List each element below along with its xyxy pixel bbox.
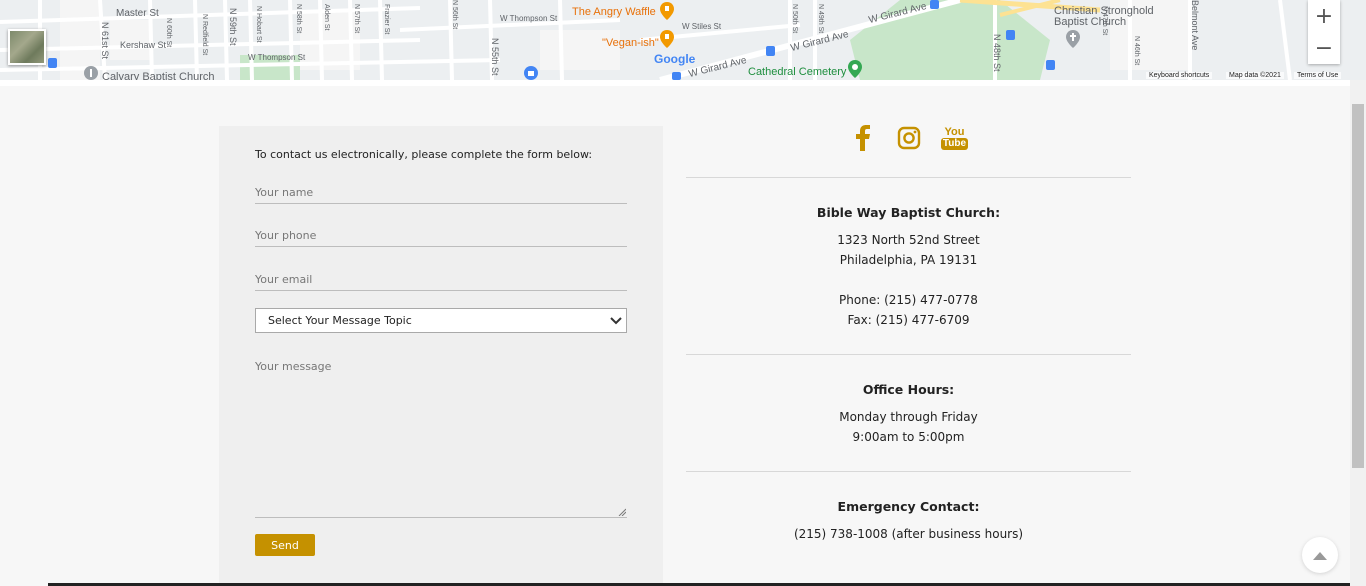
street-label: Master St — [116, 8, 159, 19]
church-pin-icon[interactable] — [84, 66, 98, 80]
restaurant-pin-icon[interactable] — [660, 2, 674, 20]
resize-handle-icon[interactable] — [618, 508, 626, 516]
poi-vegan-ish[interactable]: "Vegan-ish" — [602, 37, 659, 49]
youtube-icon-text-top: You — [944, 125, 965, 138]
street-label: N 61st St — [100, 22, 110, 60]
park-pin-icon[interactable] — [848, 60, 862, 78]
name-field[interactable] — [255, 181, 627, 204]
message-topic-select[interactable]: Select Your Message Topic — [255, 308, 627, 333]
restaurant-pin-icon[interactable] — [660, 30, 674, 48]
zoom-out-button[interactable]: − — [1308, 32, 1340, 64]
street-label: W Thompson St — [248, 53, 306, 62]
street-label: N 50th St — [791, 4, 798, 34]
street-label: N 60th St — [165, 18, 172, 48]
street-label: N Hobart St — [255, 6, 262, 43]
terms-of-use-link[interactable]: Terms of Use — [1294, 72, 1342, 79]
street-label: N 55th St — [490, 38, 500, 76]
street-label: W Stiles St — [682, 22, 722, 31]
street-label: Alden St — [323, 4, 330, 31]
instagram-icon[interactable] — [897, 123, 921, 153]
satellite-toggle-thumbnail[interactable] — [8, 29, 46, 65]
scroll-to-top-button[interactable] — [1302, 537, 1338, 573]
youtube-icon-text-bottom: Tube — [940, 137, 969, 150]
social-links: You Tube — [686, 120, 1131, 156]
fax-number: Fax: (215) 477-6709 — [847, 313, 970, 327]
send-button[interactable]: Send — [255, 534, 315, 556]
chevron-up-icon — [1313, 551, 1327, 560]
street-label: Belmont Ave — [1190, 0, 1200, 51]
message-topic-selected: Select Your Message Topic — [268, 314, 412, 327]
street-label: N 58th St — [295, 4, 302, 34]
bus-stop-icon[interactable] — [766, 46, 775, 56]
street-label: N 48th St — [992, 34, 1002, 72]
form-intro-text: To contact us electronically, please com… — [255, 148, 593, 161]
keyboard-shortcuts-link[interactable]: Keyboard shortcuts — [1146, 72, 1213, 79]
message-field[interactable] — [255, 360, 627, 518]
facebook-icon[interactable] — [851, 123, 875, 153]
poi-cathedral-cemetery[interactable]: Cathedral Cemetery — [748, 66, 846, 78]
address-line-2: Philadelphia, PA 19131 — [839, 253, 978, 267]
office-hours-time: 9:00am to 5:00pm — [852, 430, 965, 444]
email-field[interactable] — [255, 268, 627, 291]
street-label: N 49th St — [817, 4, 824, 34]
phone-field[interactable] — [255, 224, 627, 247]
bus-stop-icon[interactable] — [1006, 30, 1015, 40]
street-label: N 46th St — [1133, 36, 1140, 66]
street-label: W Thompson St — [500, 14, 558, 23]
page-scrollbar[interactable] — [1350, 80, 1366, 586]
address-line-1: 1323 North 52nd Street — [837, 233, 980, 247]
scrollbar-thumb[interactable] — [1352, 104, 1364, 468]
chevron-down-icon — [610, 316, 622, 324]
street-label: Frazier St — [383, 4, 390, 35]
church-pin-icon[interactable] — [1066, 30, 1080, 48]
map-bottom-border — [0, 80, 1350, 86]
emergency-contact-title: Emergency Contact: — [837, 499, 980, 514]
zoom-in-button[interactable]: + — [1308, 0, 1340, 32]
divider — [686, 471, 1131, 472]
google-logo[interactable]: Google — [654, 52, 695, 66]
poi-calvary-baptist[interactable]: Calvary Baptist Church — [102, 72, 215, 81]
street-label: N 59th St — [228, 8, 238, 46]
emergency-contact-text: (215) 738-1008 (after business hours) — [793, 527, 1024, 541]
street-label: N Redfield St — [201, 14, 208, 56]
divider — [686, 354, 1131, 355]
street-label: N 57th St — [353, 4, 360, 34]
bus-stop-icon[interactable] — [672, 72, 681, 80]
office-hours-days: Monday through Friday — [839, 410, 978, 424]
bus-stop-icon[interactable] — [930, 0, 939, 9]
map-data-attribution: Map data ©2021 — [1226, 72, 1284, 79]
map[interactable]: Master St Kershaw St W Thompson St W Tho… — [0, 0, 1366, 80]
poi-angry-waffle[interactable]: The Angry Waffle — [572, 6, 656, 18]
shopping-pin-icon[interactable] — [524, 66, 538, 80]
bus-stop-icon[interactable] — [48, 58, 57, 68]
divider — [686, 177, 1131, 178]
street-label: Kershaw St — [120, 40, 167, 50]
church-name: Bible Way Baptist Church: — [816, 205, 1001, 220]
bus-stop-icon[interactable] — [1046, 60, 1055, 70]
office-hours-title: Office Hours: — [862, 382, 955, 397]
contact-form: To contact us electronically, please com… — [219, 126, 663, 586]
poi-christian-stronghold-line2[interactable]: Baptist Church — [1054, 17, 1126, 28]
zoom-control: + − — [1308, 0, 1340, 64]
phone-number: Phone: (215) 477-0778 — [839, 293, 978, 307]
street-label: N 56th St — [451, 0, 458, 30]
youtube-icon[interactable]: You Tube — [940, 123, 969, 153]
